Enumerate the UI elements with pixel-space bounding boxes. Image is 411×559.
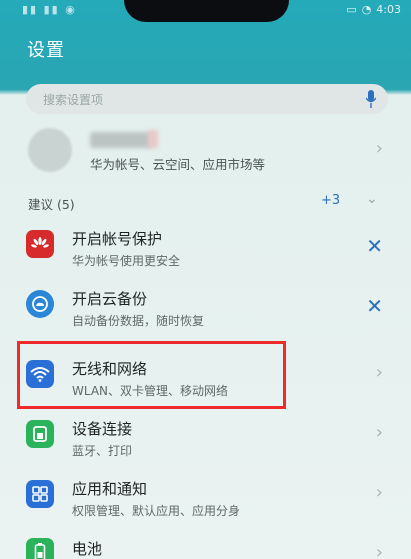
apps-icon <box>26 480 54 508</box>
row-battery[interactable]: 电池 › <box>0 526 411 559</box>
avatar <box>28 128 72 172</box>
row-title: 设备连接 <box>72 420 133 438</box>
device-connection-icon <box>26 420 54 448</box>
suggestions-count[interactable]: +3 <box>321 193 340 208</box>
page-title: 设置 <box>27 40 65 61</box>
alarm-icon: ◔ <box>361 3 372 16</box>
search-input[interactable] <box>41 84 345 116</box>
suggestions-header[interactable]: 建议 (5) +3 ⌄ <box>0 188 411 214</box>
account-entry[interactable]: 华为帐号、云空间、应用市场等 › <box>0 120 411 180</box>
chevron-right-icon: › <box>375 138 383 159</box>
cloud-backup-icon <box>26 290 54 318</box>
settings-screen: ▮▮ ▮▮ ◉ ▭ ◔ 4:03 设置 华为帐号、云空间、应用市场等 › 建议 … <box>0 0 411 559</box>
chevron-down-icon[interactable]: ⌄ <box>366 191 378 207</box>
huawei-icon <box>26 230 54 258</box>
row-apps-notifications[interactable]: 应用和通知 权限管理、默认应用、应用分身 › <box>0 466 411 526</box>
close-icon[interactable]: ✕ <box>366 234 383 258</box>
account-name-blurred <box>90 132 152 148</box>
microphone-icon[interactable] <box>366 90 376 108</box>
row-device-connection[interactable]: 设备连接 蓝牙、打印 › <box>0 406 411 466</box>
row-title: 应用和通知 <box>72 480 148 498</box>
close-icon[interactable]: ✕ <box>366 294 383 318</box>
row-title: 开启云备份 <box>72 290 148 308</box>
row-subtitle: 权限管理、默认应用、应用分身 <box>72 504 241 518</box>
row-cloud-backup[interactable]: 开启云备份 自动备份数据，随时恢复 ✕ <box>0 276 411 336</box>
chevron-right-icon: › <box>375 422 383 443</box>
account-subtitle: 华为帐号、云空间、应用市场等 <box>90 157 266 172</box>
row-account-protection[interactable]: 开启帐号保护 华为帐号使用更安全 ✕ <box>0 216 411 276</box>
suggestions-label: 建议 (5) <box>28 197 75 212</box>
search-bar[interactable] <box>26 84 388 116</box>
highlight-box <box>17 341 286 409</box>
chevron-right-icon: › <box>375 482 383 503</box>
camera-notch <box>124 0 289 22</box>
row-subtitle: 蓝牙、打印 <box>72 444 133 458</box>
chevron-right-icon: › <box>375 542 383 559</box>
row-title: 开启帐号保护 <box>72 230 163 248</box>
chevron-right-icon: › <box>375 362 383 383</box>
row-subtitle: 自动备份数据，随时恢复 <box>72 314 205 328</box>
account-name-blurred-tail <box>148 130 158 148</box>
status-icons-right: ▭ ◔ 4:03 <box>346 3 401 16</box>
row-subtitle: 华为帐号使用更安全 <box>72 254 181 268</box>
status-bar: ▮▮ ▮▮ ◉ ▭ ◔ 4:03 <box>0 0 411 22</box>
row-title: 电池 <box>72 540 103 558</box>
status-icons-left: ▮▮ ▮▮ ◉ <box>22 3 77 16</box>
header: 设置 <box>0 22 411 87</box>
battery-status-icon: ▭ <box>346 3 357 16</box>
status-time: 4:03 <box>376 3 401 16</box>
battery-icon <box>26 538 54 559</box>
